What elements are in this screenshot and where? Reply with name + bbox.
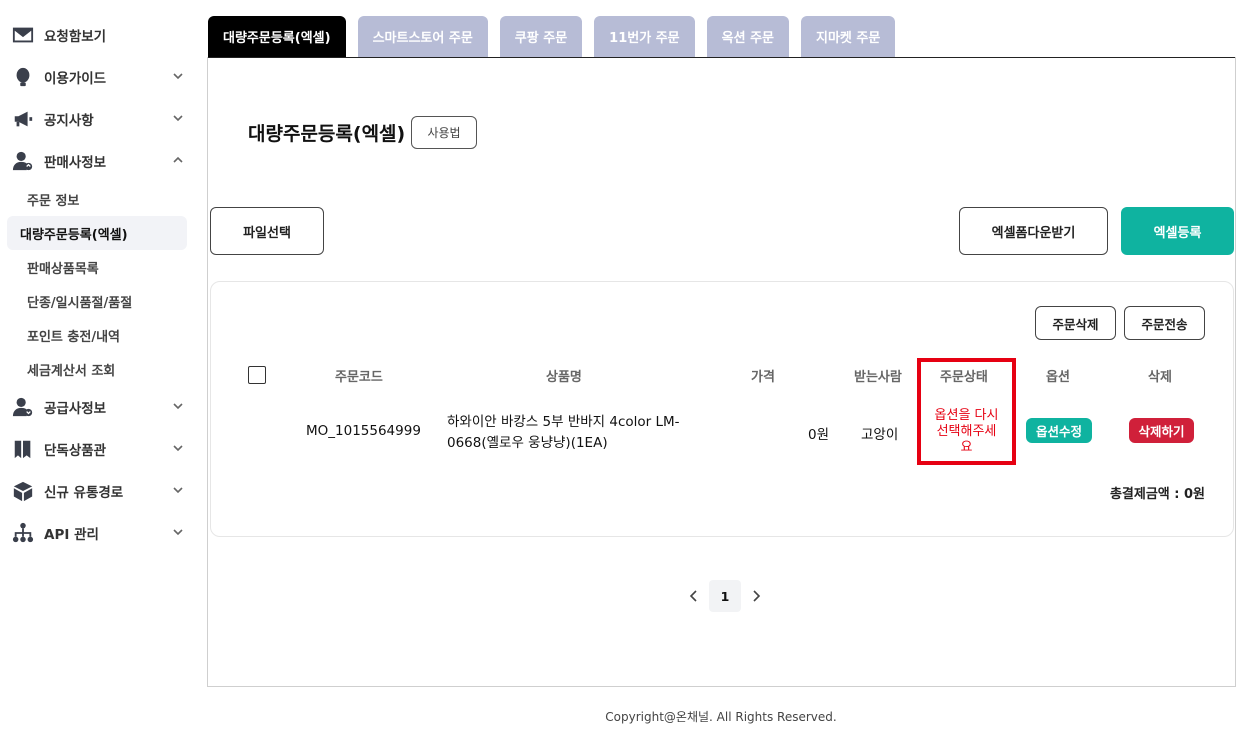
sidebar-subitem-soldout[interactable]: 단종/일시품절/품절 bbox=[7, 284, 187, 318]
chevron-down-icon[interactable] bbox=[172, 442, 184, 454]
sidebar-item-label: 판매사정보 bbox=[44, 155, 107, 171]
sidebar-item-label: 공급사정보 bbox=[44, 401, 107, 417]
column-header-product-name: 상품명 bbox=[546, 370, 582, 385]
sidebar-item-guide[interactable]: 이용가이드 bbox=[0, 56, 196, 98]
sidebar-item-api[interactable]: API 관리 bbox=[0, 512, 196, 554]
megaphone-icon bbox=[12, 108, 34, 130]
tab-smartstore[interactable]: 스마트스토어 주문 bbox=[357, 16, 488, 57]
tab-coupang[interactable]: 쿠팡 주문 bbox=[499, 16, 583, 57]
tab-auction[interactable]: 옥션 주문 bbox=[706, 16, 790, 57]
chevron-up-icon[interactable] bbox=[172, 154, 184, 166]
sidebar-item-notice[interactable]: 공지사항 bbox=[0, 98, 196, 140]
sidebar-item-label: 단독상품관 bbox=[44, 443, 107, 459]
delete-row-button[interactable]: 삭제하기 bbox=[1129, 418, 1194, 443]
sidebar-item-label: 신규 유통경로 bbox=[44, 485, 124, 501]
order-status-line: 옵션을 다시 bbox=[934, 408, 999, 423]
order-status-cell: 옵션을 다시 선택해주세 요 bbox=[921, 408, 1012, 456]
delete-order-button[interactable]: 주문삭제 bbox=[1035, 306, 1116, 340]
sidebar: 요청함보기 이용가이드 공지사항 판매사정보 주문 정보 대량주문등록(엑셀) … bbox=[0, 14, 196, 554]
bulb-icon bbox=[12, 66, 34, 88]
envelope-icon bbox=[12, 24, 34, 46]
edit-option-button[interactable]: 옵션수정 bbox=[1026, 418, 1092, 443]
send-order-button[interactable]: 주문전송 bbox=[1124, 306, 1205, 340]
price-cell: 0원 bbox=[808, 427, 830, 443]
sidebar-subitem-order-info[interactable]: 주문 정보 bbox=[7, 182, 187, 216]
order-status-line: 요 bbox=[960, 440, 973, 455]
excel-register-button[interactable]: 엑셀등록 bbox=[1121, 207, 1234, 255]
sidebar-item-supplier-info[interactable]: 공급사정보 bbox=[0, 386, 196, 428]
order-status-line: 선택해주세 bbox=[936, 424, 997, 439]
column-header-price: 가격 bbox=[751, 370, 775, 385]
column-header-recipient: 받는사람 bbox=[854, 370, 902, 385]
sidebar-item-new-channel[interactable]: 신규 유통경로 bbox=[0, 470, 196, 512]
network-icon bbox=[12, 522, 34, 544]
bookmark-icon bbox=[12, 438, 34, 460]
column-header-delete: 삭제 bbox=[1148, 370, 1172, 385]
order-code-cell: MO_1015564999 bbox=[306, 423, 421, 439]
footer-copyright: Copyright@온채널. All Rights Reserved. bbox=[605, 710, 837, 724]
tab-11st[interactable]: 11번가 주문 bbox=[594, 16, 695, 57]
sidebar-item-label: 이용가이드 bbox=[44, 71, 107, 87]
next-page-icon[interactable] bbox=[744, 580, 768, 612]
sidebar-item-exclusive[interactable]: 단독상품관 bbox=[0, 428, 196, 470]
howto-button[interactable]: 사용법 bbox=[411, 116, 477, 149]
excel-form-download-button[interactable]: 엑셀폼다운받기 bbox=[959, 207, 1108, 255]
box-icon bbox=[12, 480, 34, 502]
main-content: 대량주문등록(엑셀) 사용법 파일선택 엑셀폼다운받기 엑셀등록 주문삭제 주문… bbox=[207, 57, 1236, 687]
column-header-order-code: 주문코드 bbox=[335, 370, 383, 385]
chevron-down-icon[interactable] bbox=[172, 484, 184, 496]
total-payment: 총결제금액 : 0원 bbox=[1109, 487, 1205, 502]
sidebar-subitem-product-list[interactable]: 판매상품목록 bbox=[7, 250, 187, 284]
chevron-down-icon[interactable] bbox=[172, 400, 184, 412]
sidebar-item-requests[interactable]: 요청함보기 bbox=[0, 14, 196, 56]
chevron-down-icon[interactable] bbox=[172, 526, 184, 538]
order-table-panel: 주문삭제 주문전송 주문코드 상품명 가격 받는사람 주문상태 옵션 삭제 MO… bbox=[210, 281, 1234, 537]
chevron-down-icon[interactable] bbox=[172, 70, 184, 82]
sidebar-item-label: 요청함보기 bbox=[44, 29, 107, 45]
prev-page-icon[interactable] bbox=[682, 580, 706, 612]
seller-icon bbox=[12, 150, 34, 172]
page-title: 대량주문등록(엑셀) bbox=[248, 123, 406, 145]
tab-bulk-excel[interactable]: 대량주문등록(엑셀) bbox=[208, 16, 346, 57]
sidebar-item-label: API 관리 bbox=[44, 527, 99, 543]
supplier-icon bbox=[12, 396, 34, 418]
sidebar-subitem-points[interactable]: 포인트 충전/내역 bbox=[7, 318, 187, 352]
product-name-line: 하와이안 바캉스 5부 반바지 4color LM- bbox=[447, 414, 680, 430]
sidebar-subitem-bulk-order[interactable]: 대량주문등록(엑셀) bbox=[7, 216, 187, 250]
select-all-checkbox[interactable] bbox=[248, 366, 266, 384]
order-tabs: 대량주문등록(엑셀) 스마트스토어 주문 쿠팡 주문 11번가 주문 옥션 주문… bbox=[208, 16, 907, 57]
sidebar-subitem-tax-invoice[interactable]: 세금계산서 조회 bbox=[7, 352, 187, 386]
product-name-cell: 하와이안 바캉스 5부 반바지 4color LM- 0668(옐로우 웅냥냥)… bbox=[447, 412, 680, 454]
pagination: 1 bbox=[682, 580, 768, 612]
tab-gmarket[interactable]: 지마켓 주문 bbox=[801, 16, 896, 57]
sidebar-item-seller-info[interactable]: 판매사정보 bbox=[0, 140, 196, 182]
sidebar-item-label: 공지사항 bbox=[44, 113, 94, 129]
column-header-option: 옵션 bbox=[1046, 370, 1070, 385]
product-name-line: 0668(옐로우 웅냥냥)(1EA) bbox=[447, 435, 608, 451]
file-select-button[interactable]: 파일선택 bbox=[210, 207, 324, 255]
chevron-down-icon[interactable] bbox=[172, 112, 184, 124]
page-number[interactable]: 1 bbox=[709, 580, 741, 612]
recipient-cell: 고앙이 bbox=[861, 427, 899, 443]
